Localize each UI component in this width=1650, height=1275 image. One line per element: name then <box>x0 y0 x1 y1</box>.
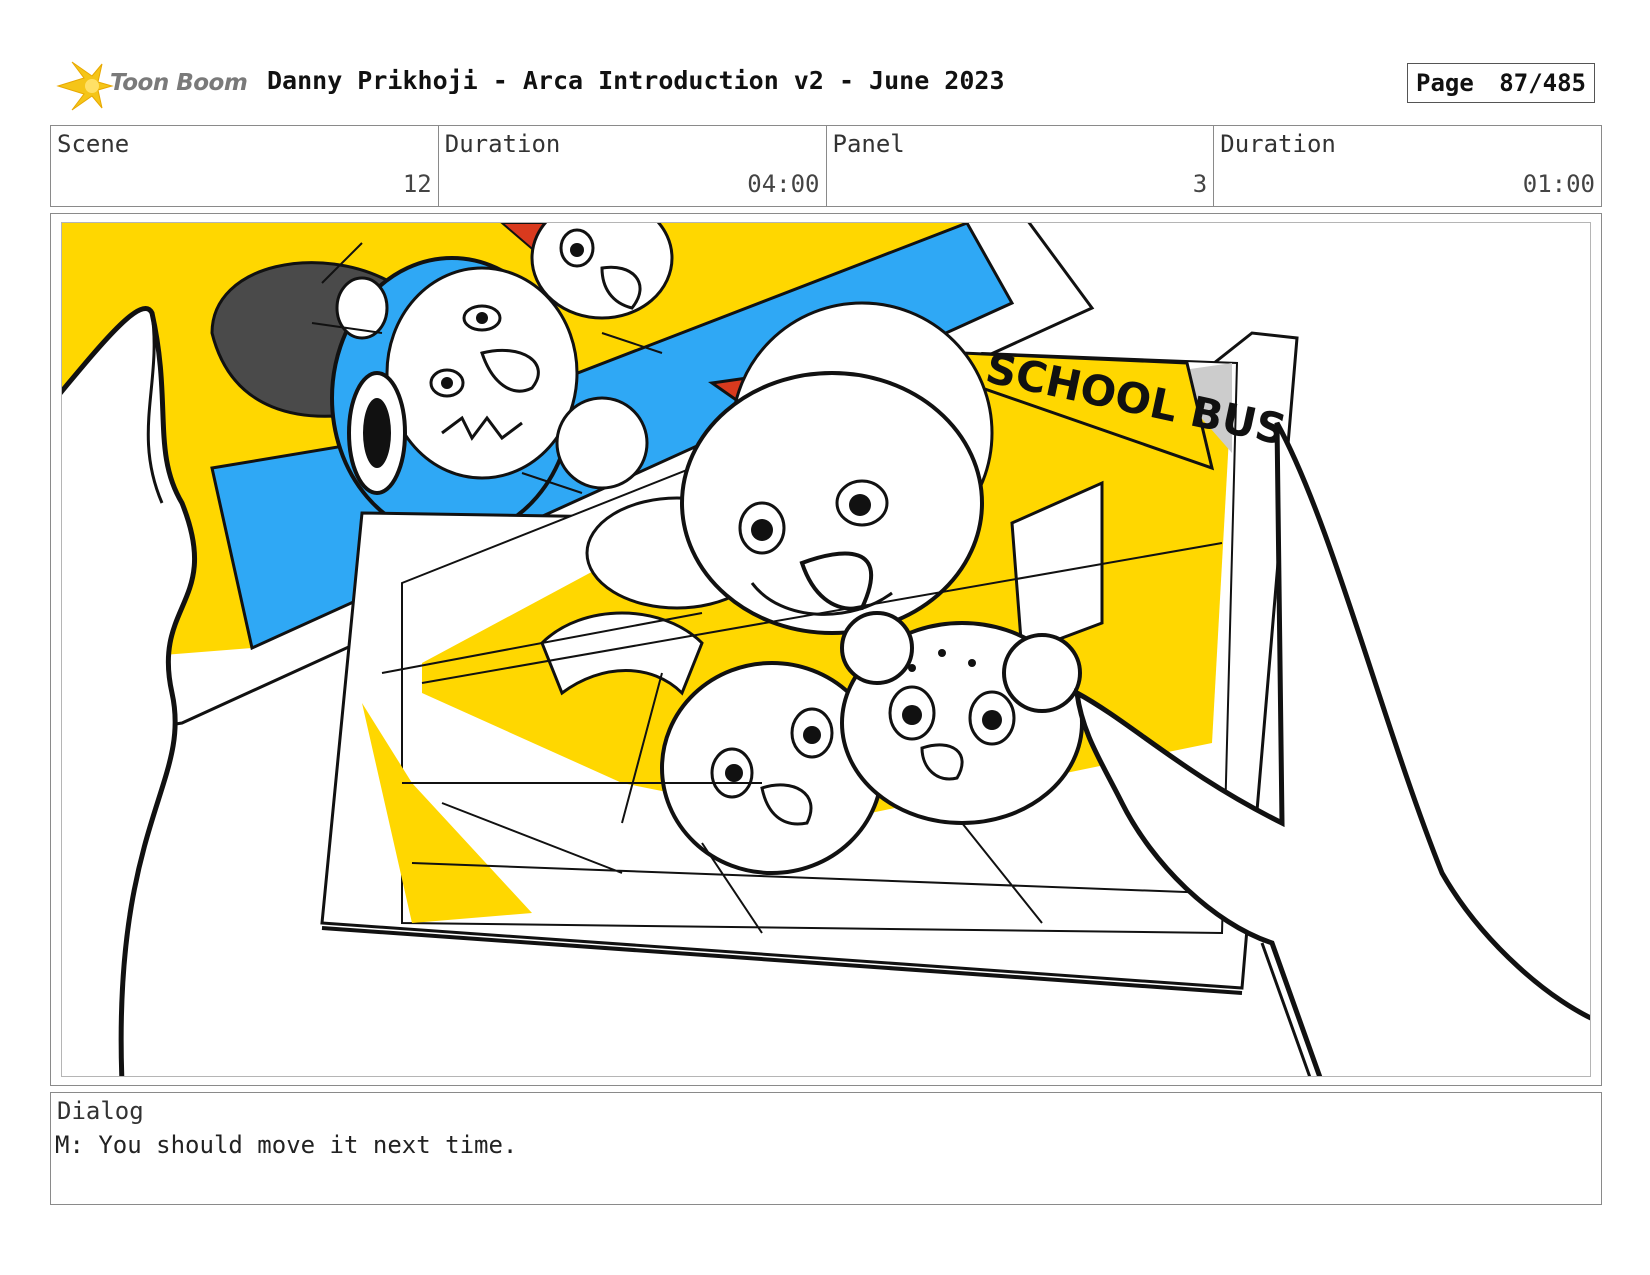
page-number: 87/485 <box>1499 69 1586 97</box>
panel-cell: Panel 3 <box>827 126 1215 206</box>
scene-label: Scene <box>57 130 130 158</box>
panel-duration-cell: Duration 01:00 <box>1214 126 1601 206</box>
dialog-text: M: You should move it next time. <box>55 1131 518 1159</box>
scene-cell: Scene 12 <box>51 126 439 206</box>
document-title: Danny Prikhoji - Arca Introduction v2 - … <box>267 66 1005 95</box>
dialog-box: Dialog M: You should move it next time. <box>50 1092 1602 1205</box>
page-indicator: Page 87/485 <box>1407 63 1595 103</box>
panel-duration-value: 01:00 <box>1522 170 1595 198</box>
logo-text: Toon Boom <box>110 70 248 96</box>
page-label: Page <box>1416 69 1474 97</box>
panel-duration-label: Duration <box>1220 130 1336 158</box>
scene-info-row: Scene 12 Duration 04:00 Panel 3 Duration… <box>50 125 1602 207</box>
scene-duration-cell: Duration 04:00 <box>439 126 827 206</box>
storyboard-sketch: SCHOOL BUS <box>62 223 1590 1076</box>
scene-value: 12 <box>402 170 432 198</box>
storyboard-panel: SCHOOL BUS <box>61 222 1591 1077</box>
storyboard-panel-frame: SCHOOL BUS <box>50 213 1602 1086</box>
panel-label: Panel <box>832 130 905 158</box>
panel-value: 3 <box>1192 170 1208 198</box>
dialog-label: Dialog <box>57 1097 144 1125</box>
scene-duration-label: Duration <box>444 130 561 158</box>
page-header: Toon Boom Danny Prikhoji - Arca Introduc… <box>52 58 1602 114</box>
scene-duration-value: 04:00 <box>747 170 820 198</box>
toon-boom-logo: Toon Boom <box>54 58 254 114</box>
starburst-icon <box>56 61 114 111</box>
